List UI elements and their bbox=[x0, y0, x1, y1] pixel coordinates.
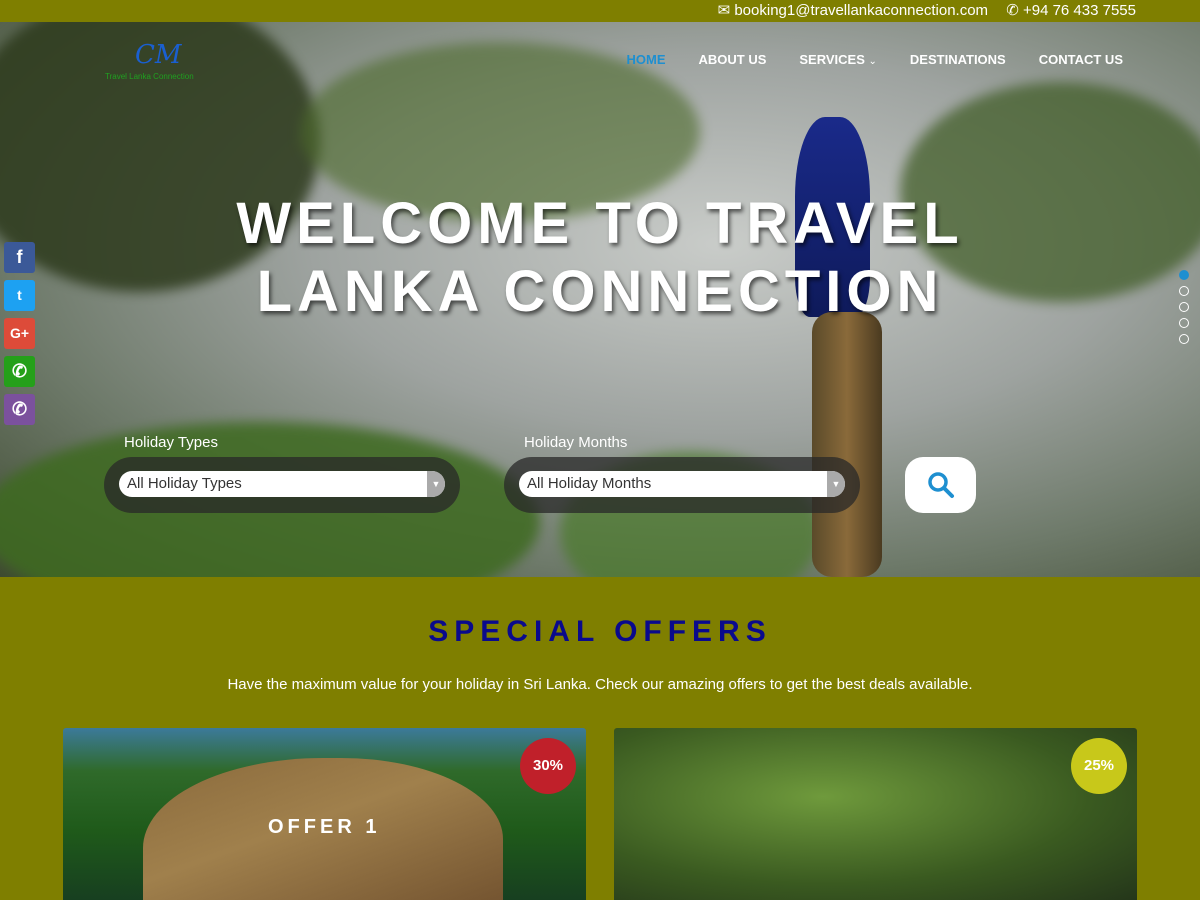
holiday-months-label: Holiday Months bbox=[524, 434, 628, 451]
holiday-types-field: Holiday Types All Holiday Types ▼ bbox=[104, 434, 460, 513]
special-offers-title: SPECIAL OFFERS bbox=[428, 615, 772, 648]
phone-text: +94 76 433 7555 bbox=[1022, 2, 1136, 19]
offer-card[interactable]: 25% bbox=[614, 728, 1137, 900]
discount-badge: 30% bbox=[520, 738, 576, 794]
chevron-down-icon: ⌄ bbox=[868, 56, 877, 67]
search-icon bbox=[927, 472, 954, 498]
hero-title-line2: LANKA CONNECTION bbox=[256, 259, 944, 324]
twitter-icon[interactable]: t bbox=[4, 280, 35, 311]
nav-services-label: SERVICES bbox=[799, 52, 865, 67]
holiday-months-select[interactable]: All Holiday Months ▼ bbox=[519, 471, 845, 497]
nav-contact-us[interactable]: CONTACT US bbox=[1039, 52, 1123, 67]
search-button[interactable] bbox=[905, 457, 976, 513]
hero-title-line1: WELCOME TO TRAVEL bbox=[236, 191, 964, 256]
nav-about-us[interactable]: ABOUT US bbox=[698, 52, 766, 67]
holiday-types-label: Holiday Types bbox=[124, 434, 218, 451]
dropdown-arrow-icon: ▼ bbox=[827, 471, 845, 497]
slider-dot[interactable] bbox=[1179, 318, 1189, 328]
phone-link[interactable]: ✆ +94 76 433 7555 bbox=[1006, 2, 1136, 19]
nav-home[interactable]: HOME bbox=[626, 52, 665, 67]
holiday-months-field: Holiday Months All Holiday Months ▼ bbox=[504, 434, 860, 513]
slider-dot[interactable] bbox=[1179, 270, 1189, 280]
special-offers-subtitle: Have the maximum value for your holiday … bbox=[227, 676, 973, 693]
email-text: booking1@travellankaconnection.com bbox=[734, 2, 989, 19]
hero-slider: CM Travel Lanka Connection HOME ABOUT US… bbox=[0, 22, 1200, 577]
site-logo[interactable]: CM Travel Lanka Connection bbox=[105, 40, 200, 81]
hero-title: WELCOME TO TRAVEL LANKA CONNECTION bbox=[0, 190, 1200, 326]
logo-mark: CM bbox=[135, 40, 182, 70]
holiday-types-value: All Holiday Types bbox=[127, 475, 242, 492]
viber-icon[interactable]: ✆ bbox=[4, 394, 35, 425]
holiday-months-value: All Holiday Months bbox=[527, 475, 652, 492]
email-link[interactable]: ✉ booking1@travellankaconnection.com bbox=[718, 2, 988, 19]
google-plus-icon[interactable]: G+ bbox=[4, 318, 35, 349]
holiday-types-select[interactable]: All Holiday Types ▼ bbox=[119, 471, 445, 497]
logo-text: Travel Lanka Connection bbox=[105, 72, 194, 81]
slider-dots bbox=[1179, 270, 1189, 344]
nav-services[interactable]: SERVICES ⌄ bbox=[799, 52, 877, 67]
slider-dot[interactable] bbox=[1179, 286, 1189, 296]
whatsapp-icon[interactable]: ✆ bbox=[4, 356, 35, 387]
main-nav: HOME ABOUT US SERVICES ⌄ DESTINATIONS CO… bbox=[626, 52, 1123, 67]
slider-dot[interactable] bbox=[1179, 302, 1189, 312]
slider-dot[interactable] bbox=[1179, 334, 1189, 344]
facebook-icon[interactable]: f bbox=[4, 242, 35, 273]
social-share-bar: f t G+ ✆ ✆ bbox=[4, 242, 35, 425]
top-contact-bar: ✉ booking1@travellankaconnection.com ✆ +… bbox=[0, 0, 1200, 22]
discount-badge: 25% bbox=[1071, 738, 1127, 794]
dropdown-arrow-icon: ▼ bbox=[427, 471, 445, 497]
nav-destinations[interactable]: DESTINATIONS bbox=[910, 52, 1006, 67]
offer-card[interactable]: 30% OFFER 1 bbox=[63, 728, 586, 900]
offer-name: OFFER 1 bbox=[268, 816, 381, 838]
